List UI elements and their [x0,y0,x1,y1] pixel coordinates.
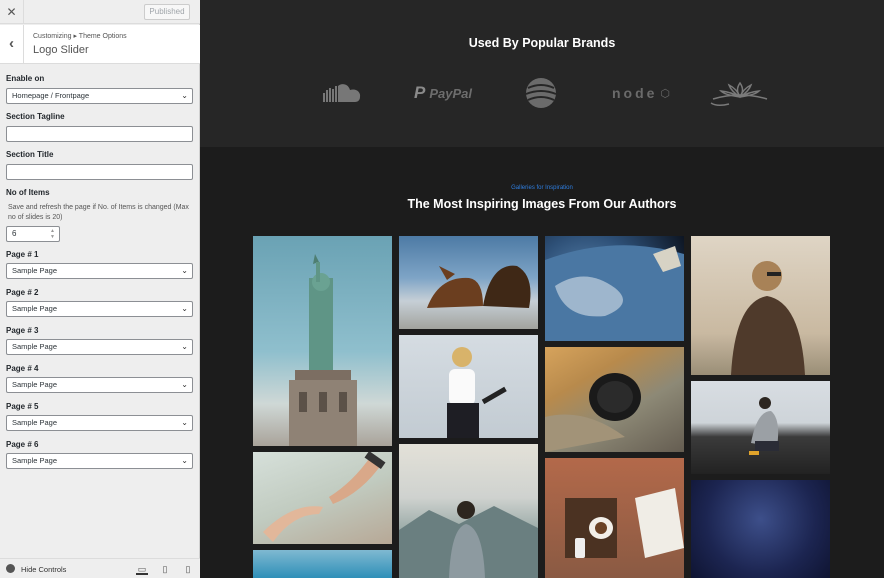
page-1-select[interactable]: Sample Page ⌄ [6,263,193,279]
page-1-label: Page # 1 [6,250,39,259]
brands-title: Used By Popular Brands [468,36,616,50]
page-5-value: Sample Page [12,418,58,427]
man-mountains-photo[interactable] [399,444,538,578]
items-number-input[interactable]: 6 ▲ ▼ [6,226,60,242]
page-4-value: Sample Page [12,380,58,389]
chevron-down-icon: ⌄ [181,380,188,389]
page-3-select[interactable]: Sample Page ⌄ [6,339,193,355]
hands-photo[interactable] [253,452,392,544]
night-sky-photo[interactable] [691,480,830,578]
page-1-value: Sample Page [12,266,58,275]
spinner-icon[interactable]: ▲ ▼ [50,228,55,240]
chevron-down-icon: ⌄ [181,418,188,427]
gallery-tagline: Galleries for Inspiration [511,185,573,191]
page-5-label: Page # 5 [6,402,39,411]
page-2-select[interactable]: Sample Page ⌄ [6,301,193,317]
tagline-label: Section Tagline [6,112,65,121]
items-label: No of Items [6,188,50,197]
tablet-preview-icon[interactable]: ▯ [159,563,171,575]
woman-phone-photo[interactable] [399,335,538,438]
publish-button[interactable]: Published [144,4,190,20]
tagline-input[interactable] [6,126,193,142]
earth-from-space-photo[interactable] [545,236,684,341]
page-6-label: Page # 6 [6,440,39,449]
globe-logo-icon [524,76,558,110]
page-4-select[interactable]: Sample Page ⌄ [6,377,193,393]
soundcloud-logo-icon [322,76,364,110]
hexagon-js-icon: ⬡ [660,87,671,100]
canon-lens-photo[interactable] [545,347,684,452]
woman-sunglasses-photo[interactable] [691,236,830,375]
back-chevron-icon[interactable]: ‹ [0,25,24,64]
section-header: ‹ Customizing ▸ Theme Options Logo Slide… [0,25,200,64]
section-title: Logo Slider [33,44,89,56]
page-2-label: Page # 2 [6,288,39,297]
lotus-logo-icon [706,76,774,110]
title-label: Section Title [6,150,54,159]
page-6-value: Sample Page [12,456,58,465]
gallery-section: Galleries for Inspiration The Most Inspi… [200,147,884,578]
breadcrumb: Customizing ▸ Theme Options [33,33,127,40]
customizer-topbar: ✕ Published [0,0,200,24]
horses-photo[interactable] [399,236,538,329]
brands-section: Used By Popular Brands P PayPal node ⬡ [200,0,884,147]
chevron-down-icon: ⌄ [181,342,188,351]
hide-controls-icon[interactable] [6,564,15,573]
customizer-footer: Hide Controls ▭ ▯ ▯ [0,558,200,578]
chevron-down-icon: ⌄ [181,456,188,465]
sea-photo[interactable] [253,550,392,578]
title-input[interactable] [6,164,193,180]
page-2-value: Sample Page [12,304,58,313]
desktop-preview-icon[interactable]: ▭ [136,563,148,575]
photographer-beach-photo[interactable] [691,381,830,474]
coffee-table-photo[interactable] [545,458,684,578]
enable-on-select[interactable]: Homepage / Frontpage ⌄ [6,88,193,104]
chevron-down-icon: ⌄ [181,304,188,313]
items-value: 6 [12,229,17,238]
gallery-title: The Most Inspiring Images From Our Autho… [407,197,677,211]
enable-on-label: Enable on [6,74,45,83]
customizer-panel: ✕ Published ‹ Customizing ▸ Theme Option… [0,0,200,578]
page-3-value: Sample Page [12,342,58,351]
chevron-down-icon: ⌄ [181,91,188,100]
items-description: Save and refresh the page if No. of Item… [8,204,189,221]
nodejs-logo-icon: node ⬡ [602,76,680,110]
paypal-logo-text: PayPal [429,85,472,101]
enable-on-value: Homepage / Frontpage [12,91,90,100]
page-6-select[interactable]: Sample Page ⌄ [6,453,193,469]
node-logo-text: node [611,85,658,101]
page-3-label: Page # 3 [6,326,39,335]
chevron-down-icon: ⌄ [181,266,188,275]
paypal-logo-icon: P PayPal [414,83,472,102]
close-icon[interactable]: ✕ [0,0,24,24]
page-5-select[interactable]: Sample Page ⌄ [6,415,193,431]
mobile-preview-icon[interactable]: ▯ [182,563,194,575]
page-4-label: Page # 4 [6,364,39,373]
statue-of-liberty-photo[interactable] [253,236,392,446]
hide-controls-button[interactable]: Hide Controls [21,565,66,574]
